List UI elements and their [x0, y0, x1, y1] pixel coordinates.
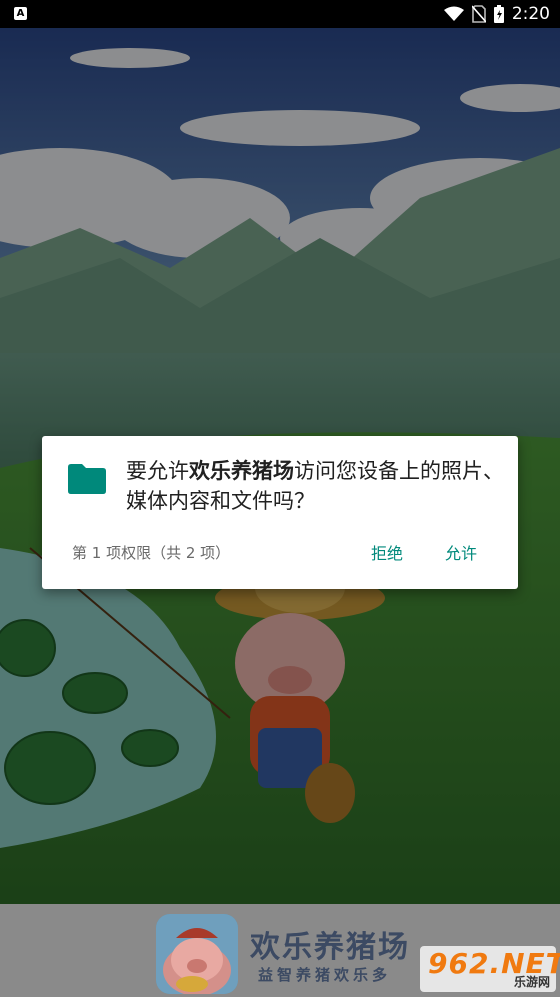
- watermark-site-name: 乐游网: [513, 975, 550, 989]
- folder-icon: [68, 464, 106, 494]
- status-bar: A 2:20: [0, 0, 560, 28]
- status-icons: 2:20: [443, 0, 550, 28]
- wifi-icon: [443, 6, 464, 21]
- deny-button[interactable]: 拒绝: [371, 540, 403, 564]
- site-watermark: 962.NET 乐游网: [420, 946, 560, 992]
- app-slogan: 益智养猪欢乐多: [258, 966, 392, 984]
- requesting-app-name: 欢乐养猪场: [189, 459, 294, 483]
- permission-message: 要允许欢乐养猪场访问您设备上的照片、媒体内容和文件吗？: [126, 456, 506, 516]
- allow-button[interactable]: 允许: [445, 540, 477, 564]
- app-logo: [156, 914, 238, 994]
- message-prefix: 要允许: [126, 459, 189, 483]
- app-title: 欢乐养猪场: [250, 930, 410, 965]
- permission-counter: 第 1 项权限（共 2 项）: [72, 544, 231, 562]
- notification-icon: A: [14, 7, 27, 20]
- battery-icon: [493, 5, 504, 23]
- status-time: 2:20: [511, 4, 550, 24]
- no-sim-icon: [471, 5, 486, 23]
- permission-dialog: 要允许欢乐养猪场访问您设备上的照片、媒体内容和文件吗？ 第 1 项权限（共 2 …: [42, 436, 518, 589]
